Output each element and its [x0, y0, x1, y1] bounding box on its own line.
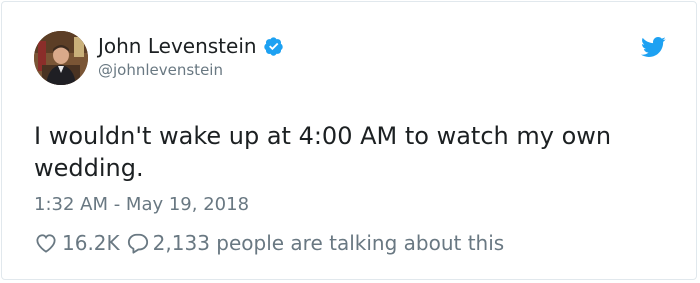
like-count: 16.2K: [62, 231, 120, 255]
avatar[interactable]: [34, 31, 88, 85]
reply-bubble-icon: [127, 233, 148, 254]
tweet-timestamp[interactable]: 1:32 AM - May 19, 2018: [34, 194, 249, 216]
author-display-name[interactable]: John Levenstein: [98, 34, 257, 58]
like-action[interactable]: 16.2K: [35, 230, 127, 256]
author-handle[interactable]: @johnlevenstein: [98, 60, 223, 80]
tweet-text: I wouldn't wake up at 4:00 AM to watch m…: [34, 122, 612, 182]
twitter-bird-icon[interactable]: [640, 36, 666, 58]
author-name-row[interactable]: John Levenstein: [98, 34, 284, 58]
verified-badge-icon: [263, 36, 283, 56]
conversation-action[interactable]: 2,133 people are talking about this: [127, 230, 505, 256]
conversation-count-text: 2,133 people are talking about this: [152, 231, 505, 255]
tweet-actions: 16.2K 2,133 people are talking about thi…: [35, 230, 504, 256]
avatar-image: [34, 31, 88, 85]
heart-icon: [36, 234, 56, 253]
tweet-card: John Levenstein @johnlevenstein I wouldn…: [1, 1, 697, 280]
